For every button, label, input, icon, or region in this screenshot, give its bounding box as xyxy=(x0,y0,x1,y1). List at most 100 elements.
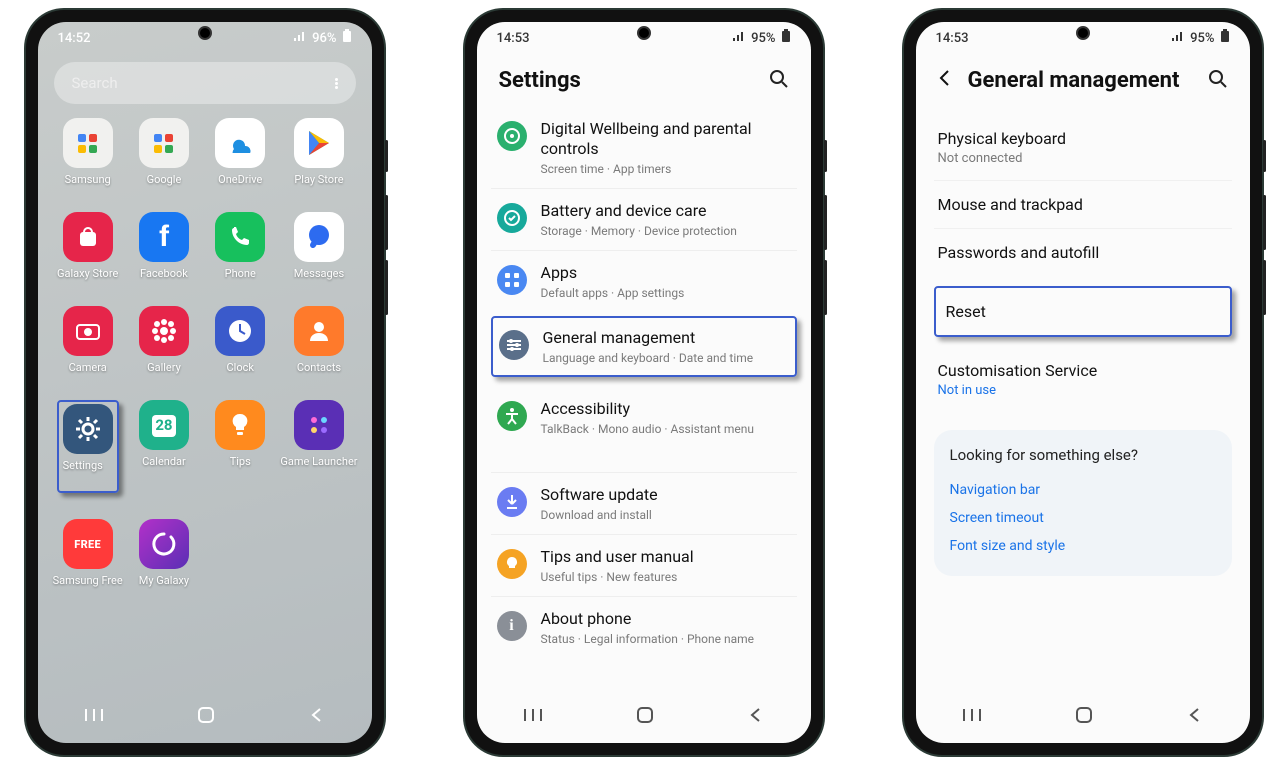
settings-item-software-update[interactable]: Software update Download and install xyxy=(491,472,797,534)
app-onedrive[interactable]: OneDrive xyxy=(204,118,276,186)
gm-header: General management xyxy=(916,54,1250,107)
app-label: Tips xyxy=(230,455,251,468)
phone-home: 14:52 96% Search Samsung Google OneDrive xyxy=(26,10,384,755)
app-label: Phone xyxy=(225,267,256,280)
care-icon xyxy=(497,203,527,233)
app-icon-clock xyxy=(215,306,265,356)
app-label: Clock xyxy=(227,361,254,374)
app-icon-contacts xyxy=(294,306,344,356)
gm-item-physical-keyboard[interactable]: Physical keyboardNot connected xyxy=(934,115,1232,180)
gm-item-subtitle: Not in use xyxy=(938,383,1228,398)
app-label: Calendar xyxy=(142,455,186,468)
app-label: Contacts xyxy=(297,361,341,374)
back-button[interactable] xyxy=(309,707,325,727)
settings-header: Settings xyxy=(477,54,811,107)
search-icon[interactable] xyxy=(1208,69,1228,93)
app-gallery[interactable]: Gallery xyxy=(128,306,200,374)
settings-item-apps[interactable]: Apps Default apps · App settings xyxy=(491,250,797,312)
settings-item-tips-and-user-manual[interactable]: Tips and user manual Useful tips · New f… xyxy=(491,534,797,596)
settings-item-about-phone[interactable]: i About phone Status · Legal information… xyxy=(491,596,797,658)
list-item-title: Battery and device care xyxy=(541,201,791,221)
app-label: Gallery xyxy=(147,361,181,374)
status-time: 14:52 xyxy=(58,31,91,46)
app-icon-onedrive xyxy=(215,118,265,168)
phone-general-management: 14:53 95% General management Physical ke… xyxy=(904,10,1262,755)
list-item-title: Tips and user manual xyxy=(541,547,791,567)
home-button[interactable] xyxy=(636,706,654,728)
back-button[interactable] xyxy=(748,707,764,727)
settings-item-general-management[interactable]: General management Language and keyboard… xyxy=(491,316,797,377)
nav-bar xyxy=(916,699,1250,735)
app-phone[interactable]: Phone xyxy=(204,212,276,280)
app-label: Game Launcher xyxy=(280,455,357,468)
more-icon[interactable] xyxy=(335,78,338,89)
side-button xyxy=(824,140,827,172)
list-item-text: Digital Wellbeing and parental controls … xyxy=(541,119,791,176)
app-icon-samsung-free: FREE xyxy=(63,519,113,569)
app-galaxy-store[interactable]: Galaxy Store xyxy=(52,212,124,280)
app-settings[interactable]: Settings xyxy=(52,400,124,493)
app-play-store[interactable]: Play Store xyxy=(280,118,357,186)
app-icon-camera xyxy=(63,306,113,356)
settings-item-accessibility[interactable]: Accessibility TalkBack · Mono audio · As… xyxy=(491,387,797,448)
status-time: 14:53 xyxy=(497,31,530,46)
battery-icon xyxy=(342,29,352,47)
page-title: Settings xyxy=(499,68,581,93)
search-input[interactable]: Search xyxy=(54,62,356,104)
back-button[interactable] xyxy=(1187,707,1203,727)
app-label: Camera xyxy=(69,361,107,374)
battery-text: 96% xyxy=(312,31,336,46)
app-icon-facebook: f xyxy=(139,212,189,262)
app-messages[interactable]: Messages xyxy=(280,212,357,280)
recents-button[interactable] xyxy=(84,707,104,727)
list-item-subtitle: Storage · Memory · Device protection xyxy=(541,224,791,238)
suggest-link-navigation-bar[interactable]: Navigation bar xyxy=(950,476,1216,504)
home-button[interactable] xyxy=(197,706,215,728)
app-game-launcher[interactable]: Game Launcher xyxy=(280,400,357,493)
back-icon[interactable] xyxy=(938,68,958,93)
app-icon-samsung xyxy=(63,118,113,168)
side-button xyxy=(1263,140,1266,172)
app-google[interactable]: Google xyxy=(128,118,200,186)
app-samsung-free[interactable]: FREE Samsung Free xyxy=(52,519,124,587)
suggest-link-screen-timeout[interactable]: Screen timeout xyxy=(950,504,1216,532)
recents-button[interactable] xyxy=(523,707,543,727)
settings-item-battery-and-device-care[interactable]: Battery and device care Storage · Memory… xyxy=(491,188,797,250)
app-calendar[interactable]: 28 Calendar xyxy=(128,400,200,493)
app-contacts[interactable]: Contacts xyxy=(280,306,357,374)
info-icon: i xyxy=(497,611,527,641)
settings-item-digital-wellbeing-and-parental-controls[interactable]: Digital Wellbeing and parental controls … xyxy=(491,107,797,188)
gm-item-passwords-and-autofill[interactable]: Passwords and autofill xyxy=(934,228,1232,276)
list-item-text: About phone Status · Legal information ·… xyxy=(541,609,791,646)
gm-item-reset[interactable]: Reset xyxy=(934,286,1232,337)
app-samsung[interactable]: Samsung xyxy=(52,118,124,186)
status-time: 14:53 xyxy=(936,31,969,46)
dl-icon xyxy=(497,487,527,517)
gm-item-mouse-and-trackpad[interactable]: Mouse and trackpad xyxy=(934,180,1232,228)
search-icon[interactable] xyxy=(769,69,789,93)
app-tips[interactable]: Tips xyxy=(204,400,276,493)
home-button[interactable] xyxy=(1075,706,1093,728)
apps-grid: Samsung Google OneDrive Play Store Galax… xyxy=(38,118,372,587)
battery-text: 95% xyxy=(1190,31,1214,46)
app-camera[interactable]: Camera xyxy=(52,306,124,374)
gm-list: Physical keyboardNot connectedMouse and … xyxy=(916,107,1250,743)
signal-icon xyxy=(732,30,746,46)
list-item-title: About phone xyxy=(541,609,791,629)
app-label: Play Store xyxy=(294,173,343,186)
nav-bar xyxy=(38,699,372,735)
suggest-link-font-size-and-style[interactable]: Font size and style xyxy=(950,532,1216,560)
front-camera xyxy=(637,26,651,40)
app-label: Samsung xyxy=(65,173,111,186)
app-facebook[interactable]: f Facebook xyxy=(128,212,200,280)
gm-item-title: Physical keyboard xyxy=(938,129,1228,148)
gm-item-customisation-service[interactable]: Customisation ServiceNot in use xyxy=(934,347,1232,412)
app-icon-galaxy-store xyxy=(63,212,113,262)
list-item-subtitle: Default apps · App settings xyxy=(541,286,791,300)
recents-button[interactable] xyxy=(962,707,982,727)
app-my-galaxy[interactable]: My Galaxy xyxy=(128,519,200,587)
list-item-text: Apps Default apps · App settings xyxy=(541,263,791,300)
list-item-subtitle: Language and keyboard · Date and time xyxy=(543,351,789,365)
search-placeholder: Search xyxy=(72,74,118,92)
app-clock[interactable]: Clock xyxy=(204,306,276,374)
